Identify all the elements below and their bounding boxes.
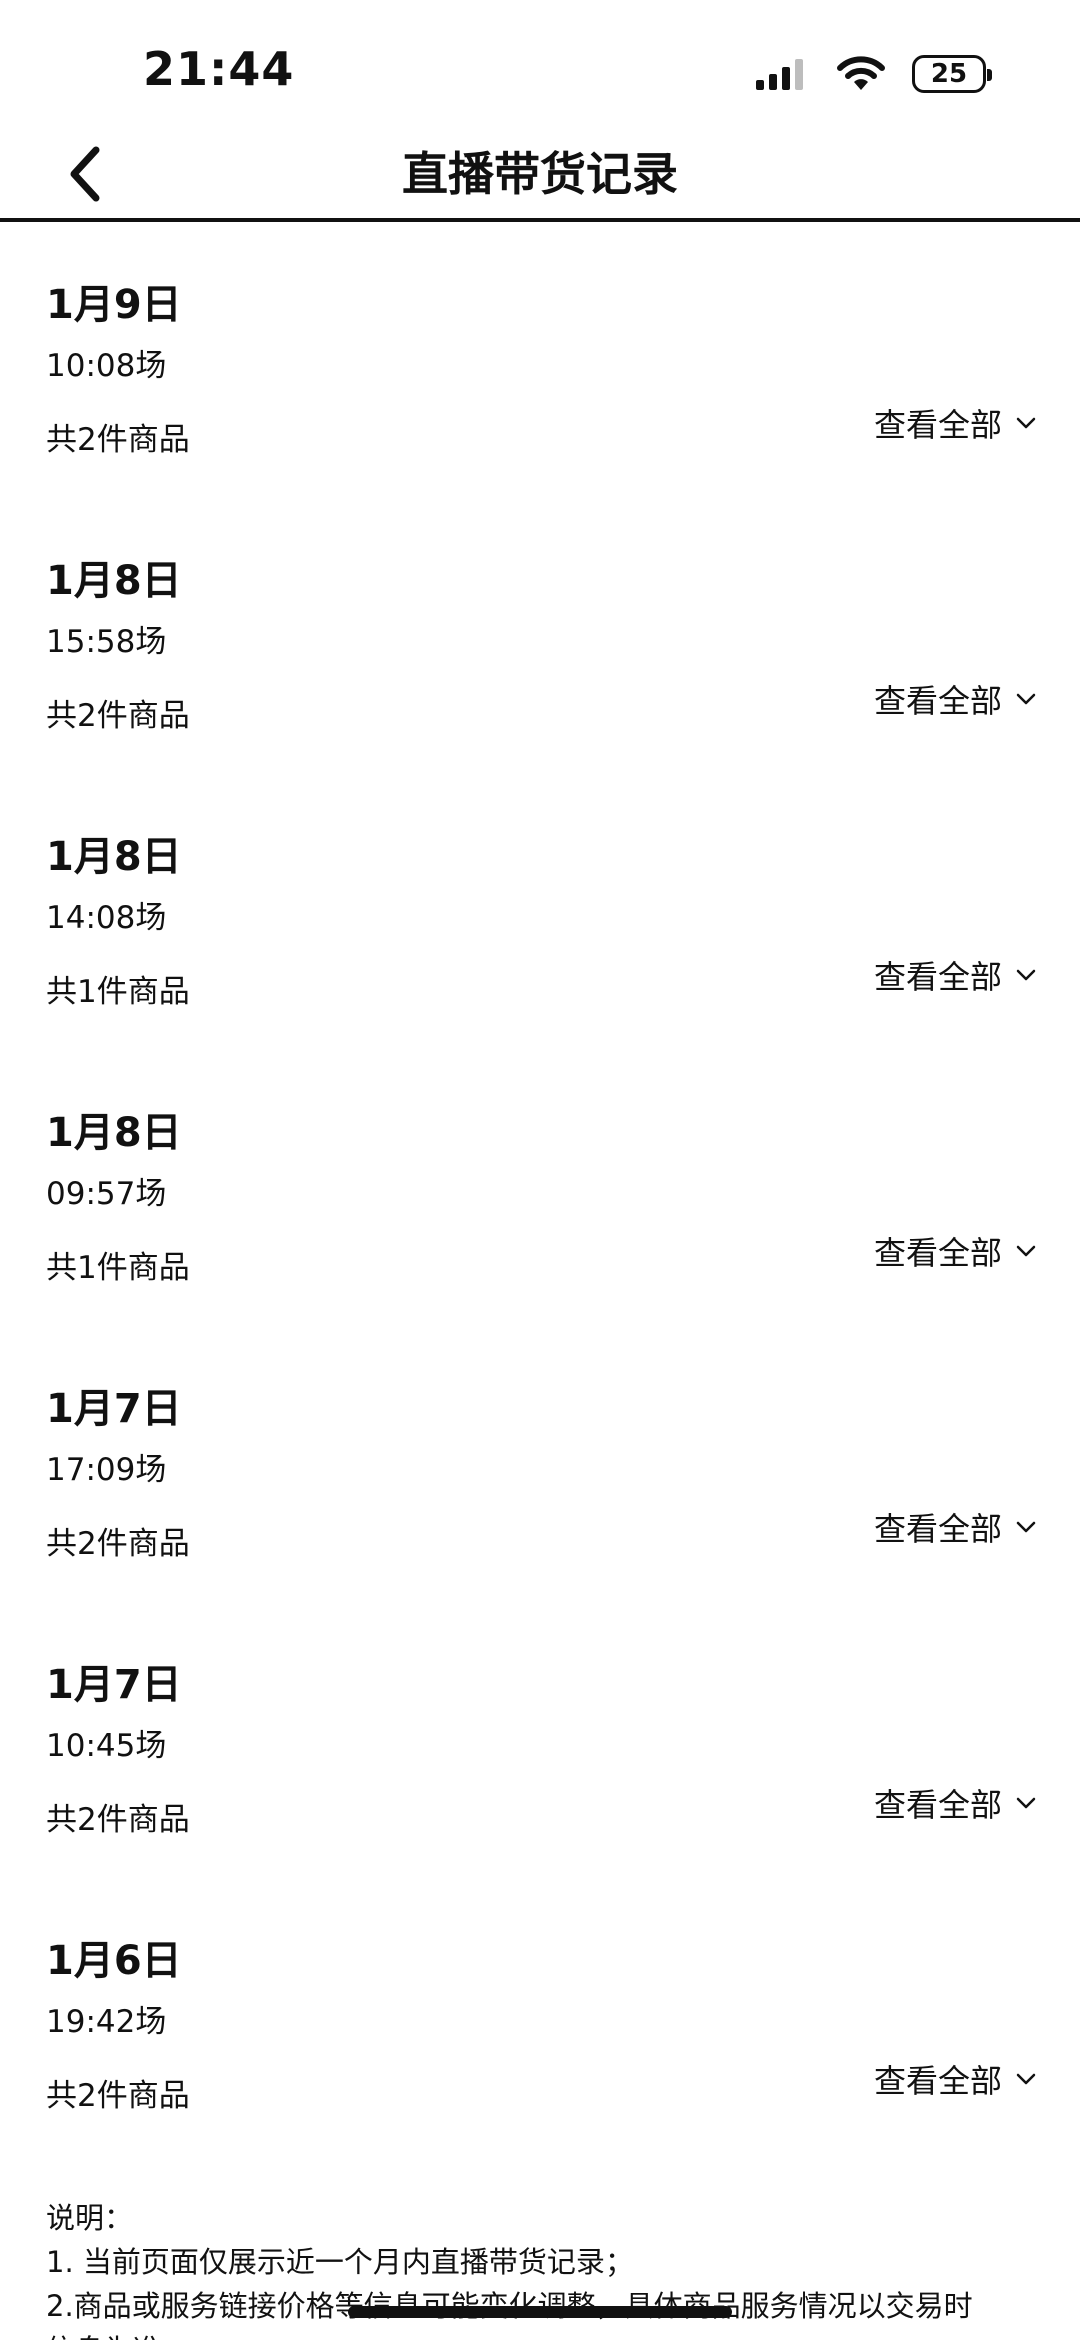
record-item-count: 共1件商品 <box>46 1250 190 1286</box>
signal-icon <box>756 59 803 90</box>
view-all-label: 查看全部 <box>873 406 1002 444</box>
view-all-label: 查看全部 <box>873 958 1002 996</box>
record-date: 1月9日 <box>46 282 182 328</box>
record-item: 1月6日 19:42场 共2件商品 查看全部 <box>0 1878 1080 2154</box>
record-date: 1月8日 <box>46 834 182 880</box>
record-item: 1月8日 15:58场 共2件商品 查看全部 <box>0 498 1080 774</box>
record-session-time: 17:09场 <box>46 1452 167 1488</box>
page-title: 直播带货记录 <box>402 147 678 201</box>
record-item: 1月8日 09:57场 共1件商品 查看全部 <box>0 1050 1080 1326</box>
record-item-count: 共2件商品 <box>46 1802 190 1838</box>
record-item: 1月7日 17:09场 共2件商品 查看全部 <box>0 1326 1080 1602</box>
record-item-count: 共2件商品 <box>46 422 190 458</box>
view-all-button[interactable]: 查看全部 <box>874 1780 1036 1826</box>
record-item-count: 共2件商品 <box>46 1526 190 1562</box>
record-date: 1月7日 <box>46 1662 182 1708</box>
view-all-button[interactable]: 查看全部 <box>874 1228 1036 1274</box>
battery-level: 25 <box>930 59 968 89</box>
notes-line: 信息为准 <box>46 2328 1046 2340</box>
record-date: 1月8日 <box>46 558 182 604</box>
chevron-down-icon <box>1016 2073 1036 2085</box>
record-session-time: 10:08场 <box>46 348 167 384</box>
record-item-count: 共2件商品 <box>46 2078 190 2114</box>
chevron-down-icon <box>1016 1521 1036 1533</box>
view-all-label: 查看全部 <box>873 1510 1002 1548</box>
record-list: 1月9日 10:08场 共2件商品 查看全部 1月8日 15:58场 共2件商品… <box>0 222 1080 2154</box>
status-bar: 21:44 25 <box>0 0 1080 130</box>
record-date: 1月6日 <box>46 1938 182 1984</box>
notes-heading: 说明： <box>46 2201 134 2235</box>
record-session-time: 19:42场 <box>46 2004 167 2040</box>
view-all-label: 查看全部 <box>873 1234 1002 1272</box>
record-item-count: 共2件商品 <box>46 698 190 734</box>
view-all-button[interactable]: 查看全部 <box>874 952 1036 998</box>
chevron-down-icon <box>1016 693 1036 705</box>
view-all-label: 查看全部 <box>873 1786 1002 1824</box>
view-all-button[interactable]: 查看全部 <box>874 2056 1036 2102</box>
view-all-button[interactable]: 查看全部 <box>874 400 1036 446</box>
home-indicator[interactable] <box>348 2306 732 2318</box>
chevron-down-icon <box>1016 1797 1036 1809</box>
record-session-time: 15:58场 <box>46 624 167 660</box>
record-item: 1月9日 10:08场 共2件商品 查看全部 <box>0 222 1080 498</box>
chevron-down-icon <box>1016 1245 1036 1257</box>
record-item-count: 共1件商品 <box>46 974 190 1010</box>
wifi-icon <box>837 56 885 90</box>
view-all-label: 查看全部 <box>873 682 1002 720</box>
view-all-label: 查看全部 <box>873 2062 1002 2100</box>
record-session-time: 10:45场 <box>46 1728 167 1764</box>
notes-line: 1. 当前页面仅展示近一个月内直播带货记录； <box>46 2245 634 2279</box>
view-all-button[interactable]: 查看全部 <box>874 676 1036 722</box>
record-item: 1月8日 14:08场 共1件商品 查看全部 <box>0 774 1080 1050</box>
record-item: 1月7日 10:45场 共2件商品 查看全部 <box>0 1602 1080 1878</box>
chevron-down-icon <box>1016 969 1036 981</box>
nav-bar: 直播带货记录 <box>0 130 1080 222</box>
view-all-button[interactable]: 查看全部 <box>874 1504 1036 1550</box>
status-icons: 25 <box>754 52 992 96</box>
record-session-time: 09:57场 <box>46 1176 167 1212</box>
notes-section: 说明： 1. 当前页面仅展示近一个月内直播带货记录； 2.商品或服务链接价格等信… <box>46 2196 1046 2340</box>
status-time: 21:44 <box>143 42 295 96</box>
record-date: 1月7日 <box>46 1386 182 1432</box>
battery-icon: 25 <box>912 55 992 93</box>
record-session-time: 14:08场 <box>46 900 167 936</box>
chevron-down-icon <box>1016 417 1036 429</box>
record-date: 1月8日 <box>46 1110 182 1156</box>
